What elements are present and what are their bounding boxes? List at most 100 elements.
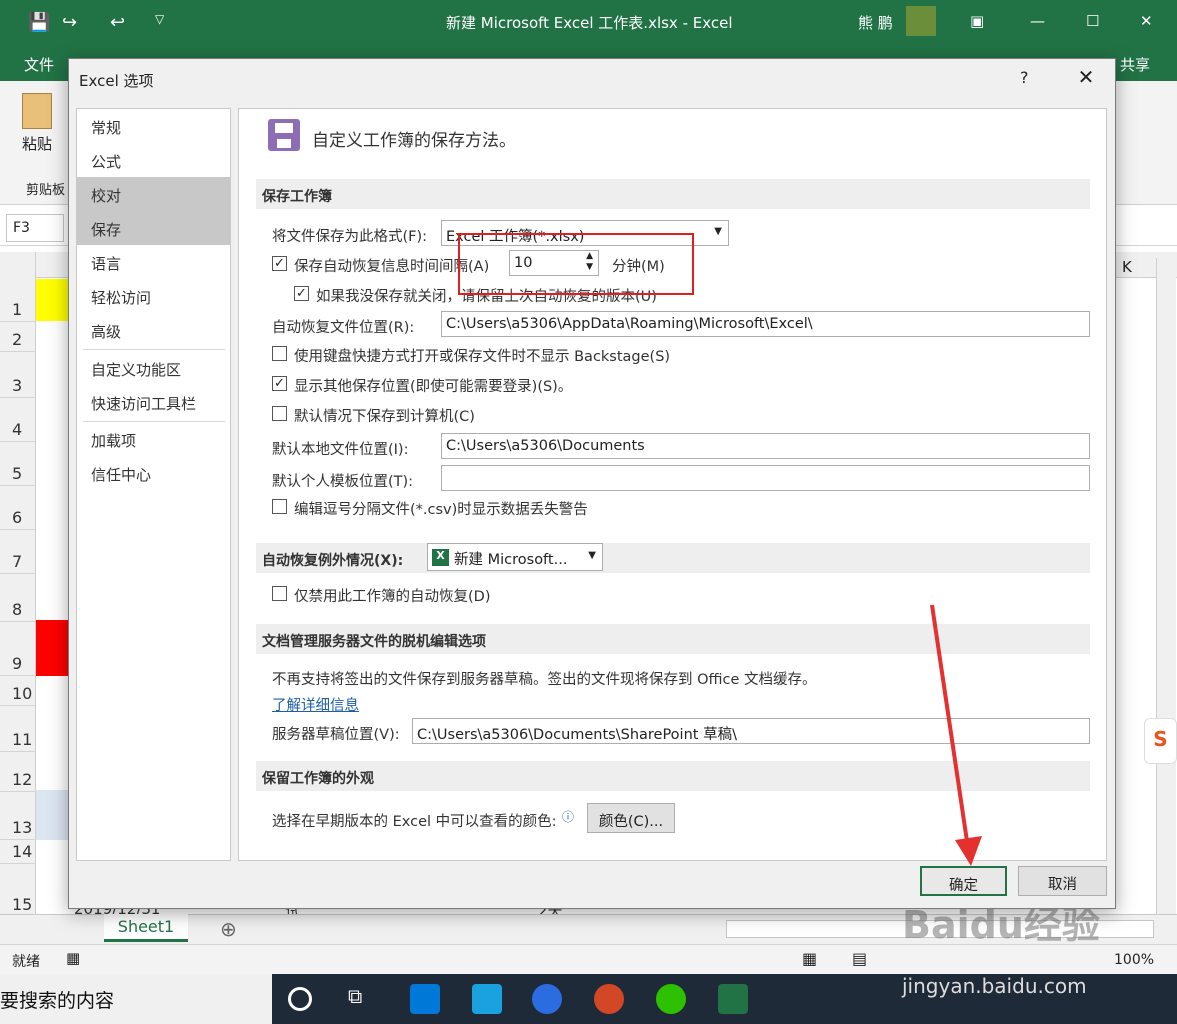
- row-header[interactable]: 1: [0, 278, 36, 322]
- keep-last-checkbox[interactable]: ✓: [294, 286, 309, 301]
- row-number: 8: [12, 600, 23, 619]
- ribbon-display-icon[interactable]: ▣: [970, 12, 984, 30]
- highlight-box: [458, 233, 694, 295]
- exceptions-select[interactable]: X 新建 Microsoft... ▼: [427, 543, 603, 571]
- minimize-icon[interactable]: —: [1030, 12, 1045, 30]
- row-header[interactable]: 6: [0, 486, 36, 530]
- template-label: 默认个人模板位置(T):: [272, 474, 414, 490]
- autorecover-location-input[interactable]: C:\Users\a5306\AppData\Roaming\Microsoft…: [441, 311, 1090, 337]
- row-header[interactable]: 9: [0, 622, 36, 676]
- row-header[interactable]: 7: [0, 530, 36, 574]
- redo-icon[interactable]: ↪: [62, 12, 77, 33]
- clipboard-group-label: 剪贴板: [26, 183, 66, 198]
- nav-advanced[interactable]: 高级: [77, 313, 230, 347]
- yellow-cell[interactable]: [36, 279, 68, 321]
- macro-record-icon[interactable]: ▦: [66, 949, 80, 967]
- status-ready: 就绪: [12, 954, 40, 970]
- zoom-level[interactable]: 100%: [1114, 952, 1154, 968]
- cortana-icon[interactable]: [288, 987, 312, 1011]
- user-name[interactable]: 熊 鹏: [858, 12, 893, 33]
- share-button[interactable]: 共享: [1120, 54, 1150, 75]
- save-to-computer-label: 默认情况下保存到计算机(C): [294, 409, 475, 425]
- column-k[interactable]: K: [1122, 258, 1132, 276]
- chevron-down-icon: ▼: [714, 226, 722, 237]
- avatar[interactable]: [906, 6, 936, 36]
- nav-addins[interactable]: 加载项: [77, 422, 230, 456]
- row-number: 4: [12, 420, 23, 439]
- row-header[interactable]: 3: [0, 352, 36, 398]
- dialog-close-icon[interactable]: ✕: [1072, 65, 1100, 93]
- cancel-button[interactable]: 取消: [1018, 866, 1107, 896]
- excel-taskbar-icon[interactable]: [718, 984, 748, 1014]
- row-header[interactable]: 11: [0, 706, 36, 752]
- name-box[interactable]: F3: [6, 214, 64, 242]
- maximize-icon[interactable]: ☐: [1086, 12, 1099, 30]
- add-sheet-icon[interactable]: ⊕: [220, 917, 237, 941]
- normal-view-icon[interactable]: ▦: [802, 949, 817, 968]
- row-header[interactable]: 14: [0, 840, 36, 864]
- disable-autorecover-checkbox[interactable]: [272, 586, 287, 601]
- sheet-tab-sheet1[interactable]: Sheet1: [104, 914, 188, 942]
- vertical-scrollbar[interactable]: [1156, 258, 1176, 914]
- nav-formulas[interactable]: 公式: [77, 143, 230, 177]
- excel-file-icon: X: [432, 549, 449, 566]
- template-input[interactable]: [441, 465, 1090, 491]
- paste-label[interactable]: 粘贴: [22, 133, 52, 154]
- nav-customize-ribbon[interactable]: 自定义功能区: [77, 351, 230, 385]
- nav-divider: [83, 349, 225, 350]
- autorecover-checkbox[interactable]: ✓: [272, 256, 287, 271]
- nav-save[interactable]: 保存: [77, 211, 230, 245]
- undo-icon[interactable]: ↩: [110, 12, 125, 33]
- backstage-checkbox[interactable]: [272, 346, 287, 361]
- exceptions-value: 新建 Microsoft...: [454, 552, 568, 568]
- row-header[interactable]: 12: [0, 752, 36, 792]
- row-header[interactable]: 10: [0, 676, 36, 706]
- row-header[interactable]: 2: [0, 322, 36, 352]
- save-to-computer-checkbox[interactable]: [272, 406, 287, 421]
- baidu-netdisk-icon[interactable]: [532, 984, 562, 1014]
- nav-quick-access[interactable]: 快速访问工具栏: [77, 385, 230, 419]
- colors-button[interactable]: 颜色(C)...: [587, 803, 675, 833]
- red-cell[interactable]: [36, 620, 68, 676]
- powerpoint-icon[interactable]: [594, 984, 624, 1014]
- panel-heading: 自定义工作簿的保存方法。: [312, 131, 516, 151]
- nav-general[interactable]: 常规: [77, 109, 230, 143]
- default-local-input[interactable]: C:\Users\a5306\Documents: [441, 433, 1090, 459]
- options-nav: 常规 公式 校对 保存 语言 轻松访问 高级 自定义功能区 快速访问工具栏 加载…: [76, 108, 231, 861]
- watermark-url: jingyan.baidu.com: [902, 974, 1087, 998]
- row-header[interactable]: 8: [0, 574, 36, 622]
- close-icon[interactable]: ✕: [1140, 12, 1153, 30]
- tab-file[interactable]: 文件: [24, 54, 54, 75]
- taskbar-search[interactable]: 要搜索的内容: [0, 974, 272, 1024]
- customize-qat-icon[interactable]: ▽: [155, 12, 164, 26]
- server-drafts-input[interactable]: C:\Users\a5306\Documents\SharePoint 草稿\: [412, 718, 1090, 744]
- row-headers: 1 2 3 4 5 6 7 8 9 10 11 12 13 14 15: [0, 252, 36, 917]
- blue-cell[interactable]: [36, 790, 68, 840]
- offline-text: 不再支持将签出的文件保存到服务器草稿。签出的文件现将保存到 Office 文档缓…: [272, 672, 817, 688]
- ok-button[interactable]: 确定: [920, 866, 1007, 896]
- nav-proofing[interactable]: 校对: [77, 177, 230, 211]
- row-header[interactable]: 5: [0, 442, 36, 486]
- task-view-icon[interactable]: ⧉: [348, 984, 378, 1014]
- paste-icon[interactable]: [22, 93, 52, 129]
- wechat-icon[interactable]: [656, 984, 686, 1014]
- csv-warning-label: 编辑逗号分隔文件(*.csv)时显示数据丢失警告: [294, 502, 588, 518]
- row-header[interactable]: 4: [0, 398, 36, 442]
- page-layout-icon[interactable]: ▤: [852, 949, 867, 968]
- nav-trust-center[interactable]: 信任中心: [77, 456, 230, 490]
- row-number: 13: [12, 818, 33, 837]
- nav-accessibility[interactable]: 轻松访问: [77, 279, 230, 313]
- save-icon[interactable]: 💾: [28, 12, 50, 33]
- sogou-ime-icon[interactable]: S: [1144, 718, 1177, 764]
- help-icon[interactable]: ?: [1020, 68, 1029, 87]
- row-header[interactable]: 13: [0, 792, 36, 840]
- show-other-locations-checkbox[interactable]: ✓: [272, 376, 287, 391]
- row-header[interactable]: 15: [0, 864, 36, 917]
- nav-language[interactable]: 语言: [77, 245, 230, 279]
- learn-more-link[interactable]: 了解详细信息: [272, 694, 359, 715]
- save-floppy-icon: [268, 119, 300, 151]
- info-icon[interactable]: ⓘ: [562, 808, 574, 825]
- edge-icon[interactable]: [410, 984, 440, 1014]
- app-icon[interactable]: [472, 984, 502, 1014]
- csv-warning-checkbox[interactable]: [272, 499, 287, 514]
